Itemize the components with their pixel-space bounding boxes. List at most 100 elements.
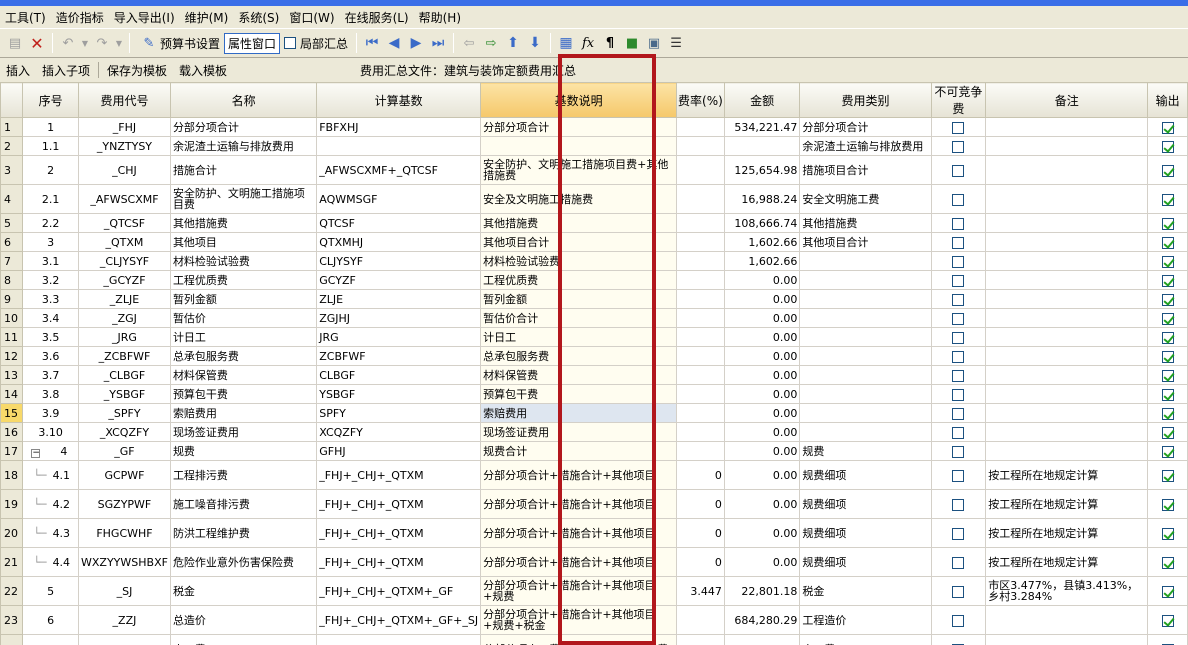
cell-code[interactable]: _ZZJ: [78, 605, 171, 635]
insert-child-button[interactable]: 插入子项: [36, 62, 96, 79]
cell-basis-desc[interactable]: 其他措施费: [480, 213, 678, 233]
cell-output[interactable]: [1147, 422, 1188, 442]
cell-category[interactable]: 措施项目合计: [799, 155, 932, 185]
cell-category[interactable]: 其他措施费: [799, 213, 932, 233]
output-checkbox[interactable]: [1161, 585, 1174, 598]
table-row[interactable]: 18 └─ 4.1 GCPWF 工程排污费 _FHJ+_CHJ+_QTXM 分部分项合计+措…: [0, 460, 1188, 490]
cell-seq[interactable]: 3.5: [22, 327, 79, 347]
cell-code[interactable]: _RGF: [78, 634, 171, 645]
cell-code[interactable]: GCPWF: [78, 460, 171, 490]
row-number[interactable]: 13: [0, 365, 24, 385]
cell-code[interactable]: _CLBGF: [78, 365, 171, 385]
cell-basis-desc[interactable]: 规费合计: [480, 441, 678, 461]
cell-note[interactable]: 按工程所在地规定计算: [985, 547, 1149, 577]
cell-name[interactable]: 材料保管费: [169, 365, 318, 385]
cell-category[interactable]: [799, 403, 932, 423]
first-record-icon[interactable]: ⏮: [363, 34, 381, 52]
non-competitive-checkbox[interactable]: [952, 407, 965, 420]
cell-note[interactable]: [985, 232, 1149, 252]
cell-seq[interactable]: 3.1: [22, 251, 79, 271]
cell-base[interactable]: [316, 136, 482, 156]
property-window-button[interactable]: 属性窗口: [224, 32, 281, 54]
non-competitive-checkbox[interactable]: [952, 498, 965, 511]
cell-base[interactable]: JRG: [316, 327, 482, 347]
non-competitive-checkbox[interactable]: [952, 614, 965, 627]
cell-seq[interactable]: 3.3: [22, 289, 79, 309]
table-row[interactable]: 9 3.3 _ZLJE 暂列金额 ZLJE 暂列金额 0.00: [0, 289, 1188, 309]
undo-dropdown-icon[interactable]: ▼: [81, 34, 89, 52]
cell-non-competitive[interactable]: [930, 634, 987, 645]
cell-amount[interactable]: 0.00: [723, 289, 801, 309]
cell-code[interactable]: _YSBGF: [78, 384, 171, 404]
cell-category[interactable]: 工程造价: [799, 605, 932, 635]
row-number[interactable]: 11: [0, 327, 24, 347]
cell-seq[interactable]: 2: [22, 155, 79, 185]
non-competitive-checkbox[interactable]: [952, 527, 965, 540]
move-down-icon[interactable]: ⬇: [526, 34, 544, 52]
cell-amount[interactable]: 0.00: [723, 327, 801, 347]
cell-output[interactable]: [1147, 518, 1188, 548]
cell-output[interactable]: [1147, 384, 1188, 404]
cell-amount[interactable]: 108,666.74: [723, 213, 801, 233]
cell-seq[interactable]: 2.2: [22, 213, 79, 233]
cell-name[interactable]: 余泥渣土运输与排放费用: [169, 136, 318, 156]
cell-amount[interactable]: 0.00: [723, 308, 801, 328]
cell-base[interactable]: _FHJ+_CHJ+_QTXM: [316, 547, 482, 577]
cell-seq[interactable]: −4: [22, 441, 79, 461]
row-number[interactable]: 16: [0, 422, 24, 442]
output-checkbox[interactable]: [1161, 614, 1174, 627]
cell-non-competitive[interactable]: [930, 460, 987, 490]
cell-base[interactable]: QTCSF: [316, 213, 482, 233]
cell-rate[interactable]: [676, 251, 725, 271]
menu-item[interactable]: 维护(M): [180, 9, 234, 26]
cell-non-competitive[interactable]: [930, 155, 987, 185]
cell-amount[interactable]: [723, 136, 801, 156]
cell-code[interactable]: _YNZTYSY: [78, 136, 171, 156]
cell-rate[interactable]: [676, 136, 725, 156]
cell-output[interactable]: [1147, 346, 1188, 366]
load-template-button[interactable]: 载入模板: [173, 62, 233, 79]
row-number[interactable]: 10: [0, 308, 24, 328]
output-checkbox[interactable]: [1161, 236, 1174, 249]
cell-name[interactable]: 总造价: [169, 605, 318, 635]
non-competitive-checkbox[interactable]: [952, 255, 965, 268]
cell-note[interactable]: [985, 384, 1149, 404]
amount-header[interactable]: 金额: [723, 82, 801, 118]
table-row[interactable]: 11 3.5 _JRG 计日工 JRG 计日工 0.00: [0, 327, 1188, 347]
non-competitive-checkbox[interactable]: [952, 193, 965, 206]
output-checkbox[interactable]: [1161, 274, 1174, 287]
cell-basis-desc[interactable]: 安全及文明施工措施费: [480, 184, 678, 214]
table-row[interactable]: 15 3.9 _SPFY 索赔费用 SPFY 索赔费用 0.00: [0, 403, 1188, 423]
row-number[interactable]: 19: [0, 489, 24, 519]
row-number[interactable]: 15: [0, 403, 24, 423]
table-row[interactable]: 1 1 _FHJ 分部分项合计 FBFXHJ 分部分项合计 534,221.47 分部分项合计: [0, 117, 1188, 137]
cell-name[interactable]: 工程优质费: [169, 270, 318, 290]
row-number[interactable]: 23: [0, 605, 24, 635]
base-header[interactable]: 计算基数: [316, 82, 482, 118]
cell-amount[interactable]: 0.00: [723, 384, 801, 404]
cell-non-competitive[interactable]: [930, 289, 987, 309]
move-right-icon[interactable]: ⇨: [482, 34, 500, 52]
cell-non-competitive[interactable]: [930, 346, 987, 366]
cell-non-competitive[interactable]: [930, 547, 987, 577]
cell-name[interactable]: 措施合计: [169, 155, 318, 185]
cell-note[interactable]: 市区3.477%，县镇3.413%，乡村3.284%: [985, 576, 1149, 606]
output-checkbox[interactable]: [1161, 388, 1174, 401]
cell-code[interactable]: SGZYPWF: [78, 489, 171, 519]
cell-base[interactable]: _FHJ+_CHJ+_QTXM: [316, 460, 482, 490]
cell-seq[interactable]: 7: [22, 634, 79, 645]
cost-summary-grid[interactable]: 序号 费用代号 名称 计算基数 基数说明 费率(%) 金额 费用类别 不可竞争费 备注 输出 1 1 _…: [0, 82, 1188, 645]
cell-category[interactable]: 规费细项: [799, 489, 932, 519]
cell-non-competitive[interactable]: [930, 365, 987, 385]
table-row[interactable]: 19 └─ 4.2 SGZYPWF 施工噪音排污费 _FHJ+_CHJ+_QTXM 分部分项…: [0, 489, 1188, 519]
cell-name[interactable]: 预算包干费: [169, 384, 318, 404]
cell-name[interactable]: 材料检验试验费: [169, 251, 318, 271]
output-checkbox[interactable]: [1161, 164, 1174, 177]
cell-note[interactable]: [985, 308, 1149, 328]
cell-rate[interactable]: 0: [676, 547, 725, 577]
note-header[interactable]: 备注: [985, 82, 1149, 118]
row-number[interactable]: 8: [0, 270, 24, 290]
cell-base[interactable]: _FHJ+_CHJ+_QTXM+_GF: [316, 576, 482, 606]
basis-desc-header[interactable]: 基数说明: [480, 82, 678, 118]
cell-category[interactable]: 余泥渣土运输与排放费用: [799, 136, 932, 156]
